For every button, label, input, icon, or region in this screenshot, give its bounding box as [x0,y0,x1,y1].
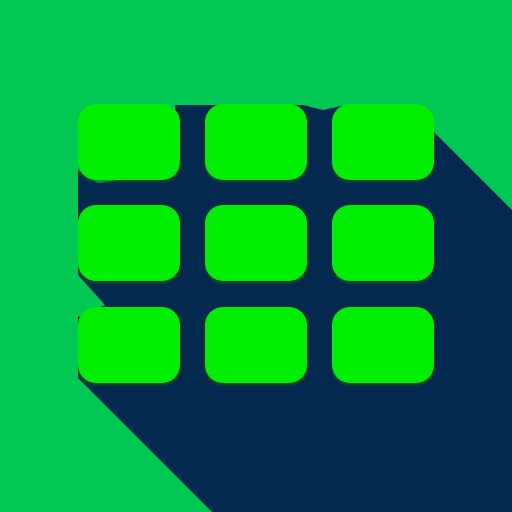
grid-tile [205,205,307,281]
grid-app-icon [0,0,512,512]
grid-tile [332,104,434,180]
grid-tile [205,307,307,383]
grid-tile [205,104,307,180]
grid-tile [332,205,434,281]
grid-tile [332,307,434,383]
grid-tile [78,104,180,180]
grid-tile [78,307,180,383]
grid-tile [78,205,180,281]
